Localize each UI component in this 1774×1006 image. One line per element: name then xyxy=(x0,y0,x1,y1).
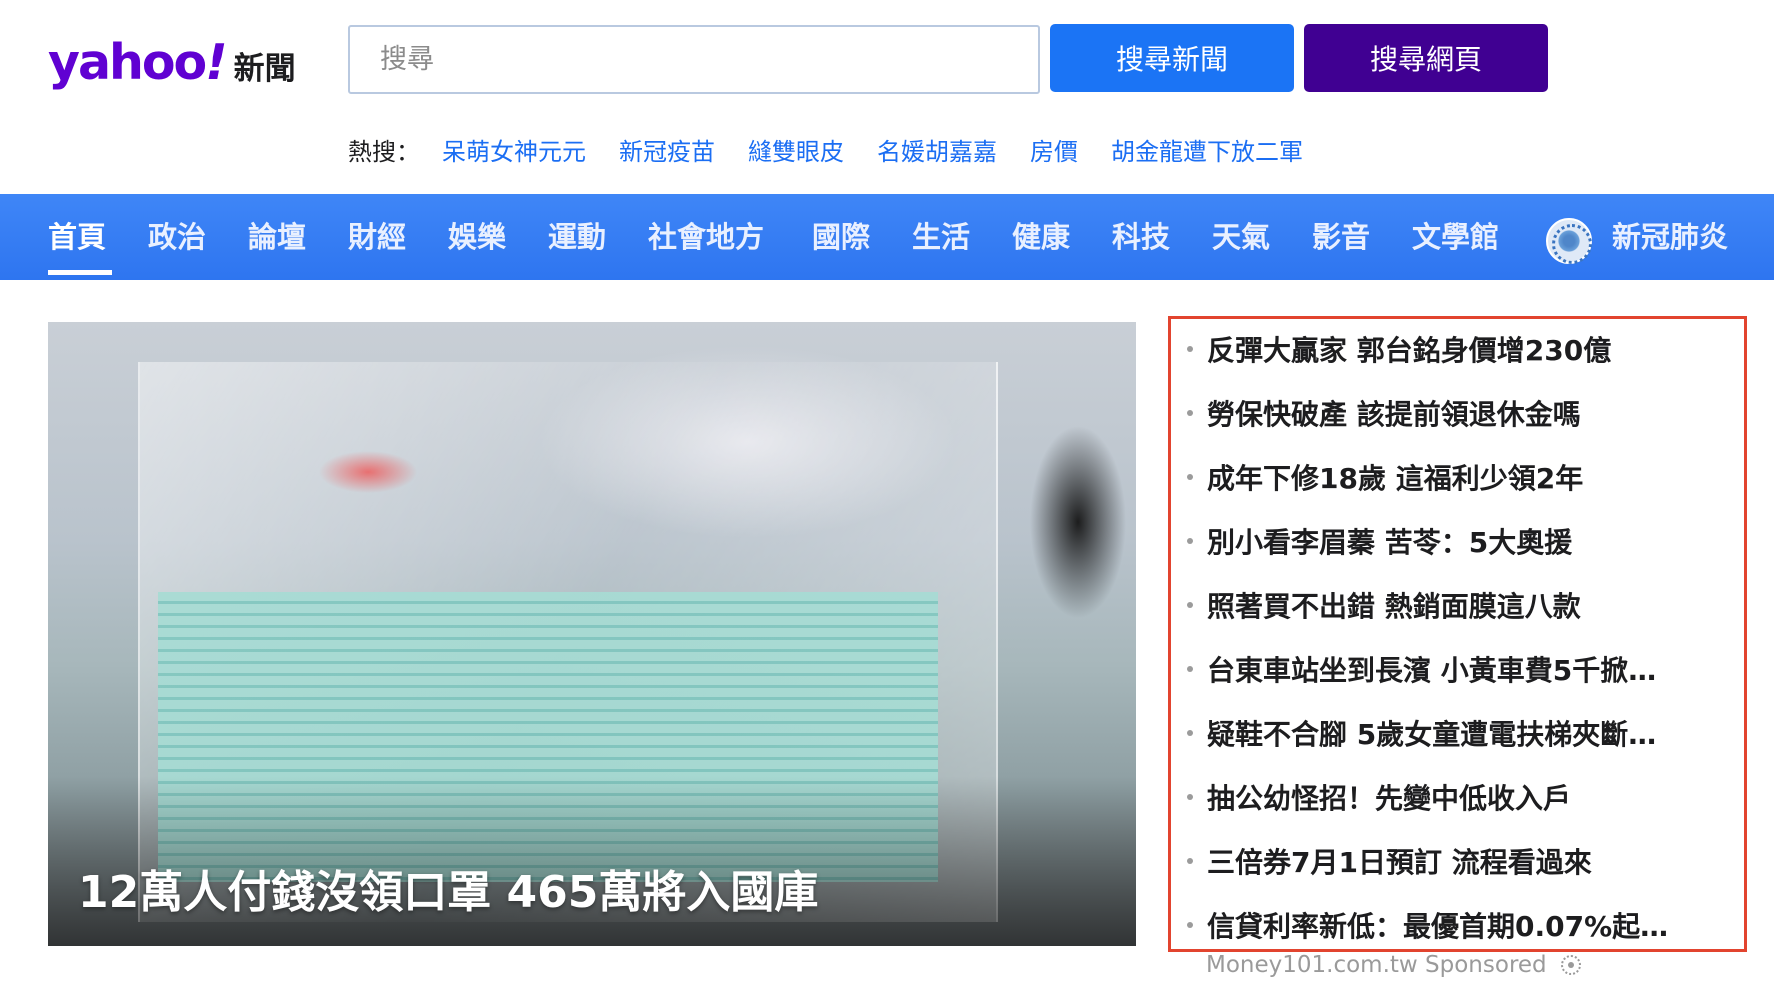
trending-link[interactable]: 名媛胡嘉嘉 xyxy=(877,132,997,167)
main-nav: 首頁 政治 論壇 財經 娛樂 運動 社會地方 國際 生活 健康 科技 天氣 影音… xyxy=(0,194,1774,280)
nav-item-sports[interactable]: 運動 xyxy=(548,194,606,280)
headline-item[interactable]: 疑鞋不合腳 5歲女童遭電扶梯夾斷… xyxy=(1187,713,1735,753)
nav-item-politics[interactable]: 政治 xyxy=(148,194,206,280)
trending-link[interactable]: 呆萌女神元元 xyxy=(442,132,586,167)
headline-item[interactable]: 台東車站坐到長濱 小黃車費5千掀… xyxy=(1187,649,1735,689)
nav-item-world[interactable]: 國際 xyxy=(812,194,870,280)
nav-item-weather[interactable]: 天氣 xyxy=(1212,194,1270,280)
bullet-icon xyxy=(1187,410,1193,416)
sponsor-text: Money101.com.tw Sponsored xyxy=(1206,952,1547,978)
nav-item-entertainment[interactable]: 娛樂 xyxy=(448,194,506,280)
bullet-icon xyxy=(1187,922,1193,928)
headline-item[interactable]: 抽公幼怪招！先變中低收入戶 xyxy=(1187,777,1735,817)
search-news-button[interactable]: 搜尋新聞 xyxy=(1050,24,1294,92)
headline-list: 反彈大贏家 郭台銘身價增230億 勞保快破產 該提前領退休金嗎 成年下修18歲 … xyxy=(1168,316,1747,952)
bullet-icon xyxy=(1187,794,1193,800)
headline-item[interactable]: 成年下修18歲 這福利少領2年 xyxy=(1187,457,1735,497)
headline-item[interactable]: 別小看李眉蓁 苦苓：5大奧援 xyxy=(1187,521,1735,561)
search-input[interactable] xyxy=(348,25,1040,94)
nav-item-covid[interactable]: 新冠肺炎 xyxy=(1612,194,1728,280)
nav-item-video[interactable]: 影音 xyxy=(1312,194,1370,280)
nav-item-society[interactable]: 社會地方 xyxy=(648,194,764,280)
yahoo-news-logo[interactable]: yahoo! 新聞 xyxy=(48,32,296,94)
search-web-button[interactable]: 搜尋網頁 xyxy=(1304,24,1548,92)
trending-link[interactable]: 胡金龍遭下放二軍 xyxy=(1111,132,1303,167)
bullet-icon xyxy=(1187,666,1193,672)
bullet-icon xyxy=(1187,346,1193,352)
trending-link[interactable]: 縫雙眼皮 xyxy=(748,132,844,167)
bullet-icon xyxy=(1187,730,1193,736)
nav-item-finance[interactable]: 財經 xyxy=(348,194,406,280)
nav-item-literature[interactable]: 文學館 xyxy=(1412,194,1499,280)
nav-item-forum[interactable]: 論壇 xyxy=(248,194,306,280)
headline-item[interactable]: 三倍券7月1日預訂 流程看過來 xyxy=(1187,841,1735,881)
adchoices-icon[interactable] xyxy=(1560,955,1581,975)
trending-link[interactable]: 房價 xyxy=(1030,132,1078,167)
nav-item-lifestyle[interactable]: 生活 xyxy=(912,194,970,280)
hero-story[interactable]: 12萬人付錢沒領口罩 465萬將入國庫 xyxy=(48,322,1136,946)
logo-section-label: 新聞 xyxy=(233,51,296,87)
bullet-icon xyxy=(1187,858,1193,864)
bullet-icon xyxy=(1187,538,1193,544)
trending-link[interactable]: 新冠疫苗 xyxy=(619,132,715,167)
nav-item-tech[interactable]: 科技 xyxy=(1112,194,1170,280)
bullet-icon xyxy=(1187,602,1193,608)
headline-item[interactable]: 照著買不出錯 熱銷面膜這八款 xyxy=(1187,585,1735,625)
hero-headline[interactable]: 12萬人付錢沒領口罩 465萬將入國庫 xyxy=(78,856,818,920)
headline-item[interactable]: 信貸利率新低：最優首期0.07%起… xyxy=(1187,905,1735,945)
nav-active-indicator xyxy=(48,270,112,275)
nav-item-health[interactable]: 健康 xyxy=(1012,194,1070,280)
trending-label: 熱搜： xyxy=(348,138,420,166)
headline-item[interactable]: 反彈大贏家 郭台銘身價增230億 xyxy=(1187,329,1735,369)
trending-searches: 熱搜： 呆萌女神元元 新冠疫苗 縫雙眼皮 名媛胡嘉嘉 房價 胡金龍遭下放二軍 xyxy=(348,132,1336,167)
sponsor-label[interactable]: Money101.com.tw Sponsored xyxy=(1206,952,1581,978)
headline-item[interactable]: 勞保快破產 該提前領退休金嗎 xyxy=(1187,393,1735,433)
yahoo-logo-mark: yahoo! xyxy=(48,34,228,91)
nav-item-home[interactable]: 首頁 xyxy=(48,194,106,280)
bullet-icon xyxy=(1187,474,1193,480)
coronavirus-icon[interactable] xyxy=(1546,218,1592,264)
